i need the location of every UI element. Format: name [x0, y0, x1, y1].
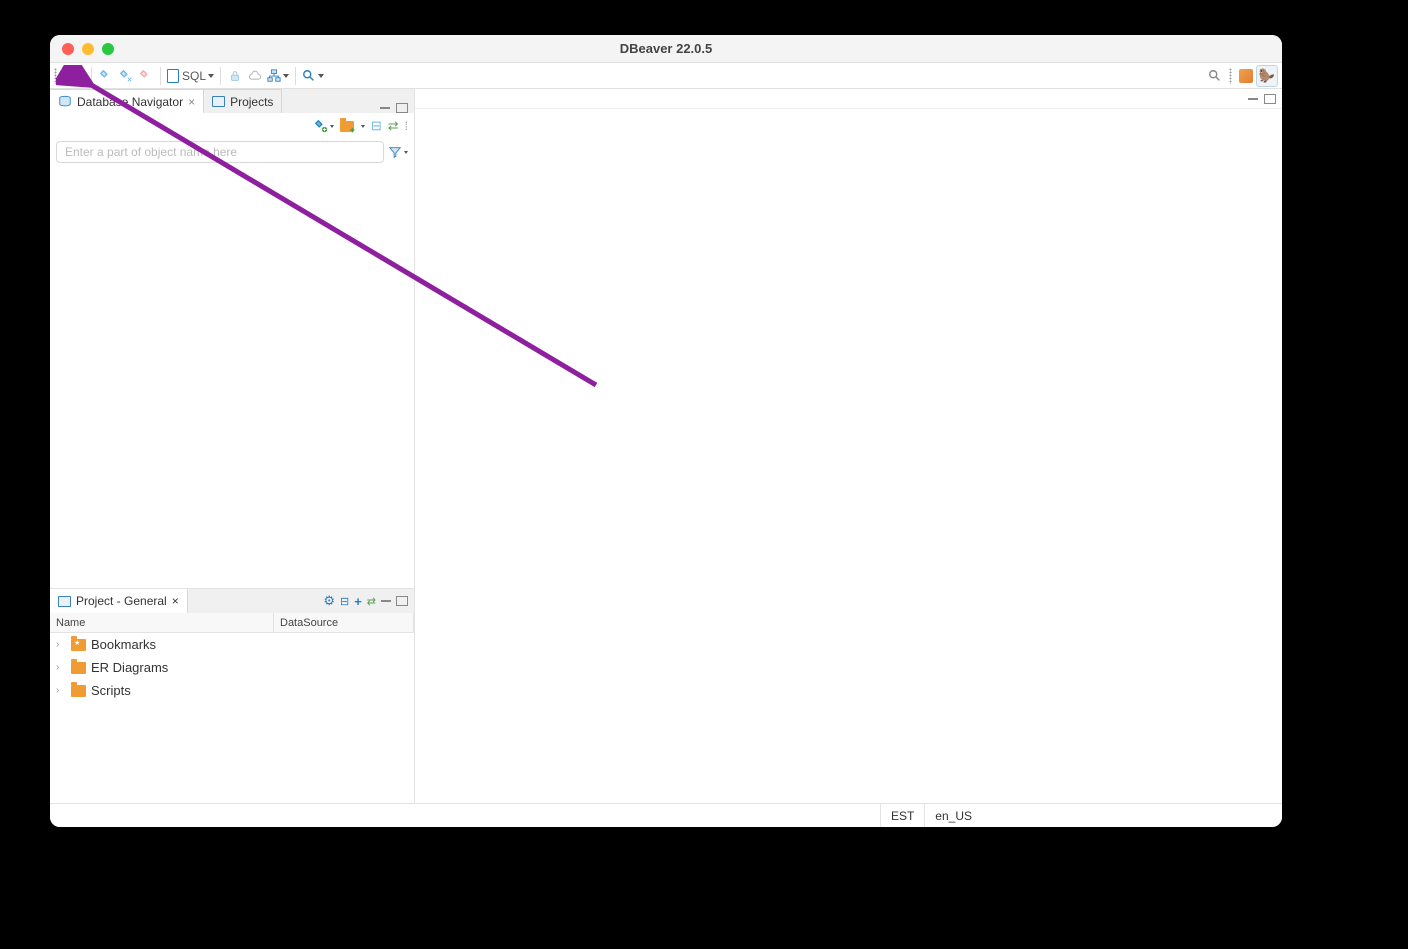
database-icon — [58, 95, 72, 108]
window-title: DBeaver 22.0.5 — [50, 41, 1282, 56]
disconnect-button[interactable] — [136, 65, 156, 87]
connect-button[interactable] — [96, 65, 116, 87]
main-toolbar: SQL 🦫 — [50, 63, 1282, 89]
maximize-view-button[interactable] — [1264, 94, 1276, 104]
schema-button[interactable] — [265, 65, 291, 87]
editor-area — [415, 89, 1282, 803]
tab-label: Projects — [230, 95, 273, 109]
main-area: Database Navigator × Projects — [50, 89, 1282, 803]
chevron-right-icon[interactable]: › — [56, 685, 66, 696]
editor-empty-area — [415, 109, 1282, 803]
filter-input[interactable] — [56, 141, 384, 163]
tab-database-navigator[interactable]: Database Navigator × — [50, 89, 204, 113]
minimize-view-button[interactable] — [381, 600, 391, 602]
reconnect-button[interactable] — [116, 65, 136, 87]
tab-project-general[interactable]: Project - General × — [50, 589, 188, 613]
column-name[interactable]: Name — [50, 613, 274, 632]
close-tab-button[interactable]: × — [188, 95, 195, 109]
tab-label: Database Navigator — [77, 95, 183, 109]
tree-item-bookmarks[interactable]: › Bookmarks — [50, 633, 414, 656]
link-arrows-icon: ⇄ — [388, 118, 399, 134]
minimize-view-button[interactable] — [380, 107, 390, 109]
folder-icon — [71, 685, 86, 697]
folder-icon — [71, 662, 86, 674]
filter-config-button[interactable] — [388, 145, 408, 159]
zoom-window-button[interactable] — [102, 43, 114, 55]
tab-label: Project - General — [76, 594, 167, 608]
tree-label: Bookmarks — [91, 637, 156, 652]
minimize-window-button[interactable] — [82, 43, 94, 55]
perspective-icon — [1239, 69, 1253, 83]
navigator-tabbar: Database Navigator × Projects — [50, 89, 414, 113]
refresh-project-button[interactable]: ⇄ — [367, 595, 376, 608]
toolbar-separator — [220, 67, 221, 85]
transaction-button[interactable] — [245, 65, 265, 87]
project-tree[interactable]: › Bookmarks › ER Diagrams › Scripts — [50, 633, 414, 803]
minimize-view-button[interactable] — [1248, 98, 1258, 100]
editor-tabbar — [415, 89, 1282, 109]
search-icon — [302, 69, 316, 83]
plus-badge-icon: + — [350, 125, 355, 135]
toolbar-handle-icon — [1229, 68, 1232, 84]
project-tabbar: Project - General × ⚙ ⊟ + ⇄ — [50, 589, 414, 613]
project-icon — [212, 96, 225, 107]
toolbar-separator — [160, 67, 161, 85]
collapse-all-button[interactable]: ⊟ — [371, 118, 382, 134]
statusbar: EST en_US — [50, 803, 1282, 827]
status-locale: en_US — [924, 804, 982, 827]
filter-row — [50, 139, 414, 167]
tree-label: ER Diagrams — [91, 660, 168, 675]
navigator-tree[interactable] — [50, 167, 414, 588]
sql-page-icon — [167, 69, 179, 83]
create-resource-button[interactable]: + — [354, 594, 362, 609]
project-panel: Project - General × ⚙ ⊟ + ⇄ Name — [50, 588, 414, 803]
sql-editor-button[interactable]: SQL — [165, 65, 216, 87]
tree-item-er-diagrams[interactable]: › ER Diagrams — [50, 656, 414, 679]
tab-projects[interactable]: Projects — [204, 89, 282, 113]
quick-access-button[interactable] — [1205, 65, 1225, 87]
titlebar: DBeaver 22.0.5 — [50, 35, 1282, 63]
toolbar-handle-icon — [54, 68, 57, 84]
tree-item-scripts[interactable]: › Scripts — [50, 679, 414, 702]
new-connection-button[interactable] — [59, 65, 87, 87]
commit-mode-button[interactable] — [225, 65, 245, 87]
view-menu-button[interactable]: ⁞ — [405, 119, 408, 133]
global-search-button[interactable] — [300, 65, 326, 87]
chevron-right-icon[interactable]: › — [56, 639, 66, 650]
project-table-header: Name DataSource — [50, 613, 414, 633]
left-column: Database Navigator × Projects — [50, 89, 415, 803]
column-datasource[interactable]: DataSource — [274, 613, 414, 632]
search-icon — [1208, 69, 1222, 83]
sql-label: SQL — [182, 69, 206, 83]
close-window-button[interactable] — [62, 43, 74, 55]
configure-columns-button[interactable]: ⚙ — [323, 593, 335, 609]
open-perspective-button[interactable] — [1236, 65, 1256, 87]
lock-icon — [228, 69, 242, 83]
funnel-icon — [388, 145, 402, 159]
tree-dots-icon: ⁞ — [405, 119, 408, 133]
maximize-view-button[interactable] — [396, 596, 408, 606]
new-folder-button[interactable]: + — [340, 121, 365, 132]
new-connection-nav-button[interactable] — [314, 119, 334, 133]
beaver-icon: 🦫 — [1259, 68, 1275, 84]
diagram-icon — [267, 69, 281, 83]
app-window: DBeaver 22.0.5 SQL — [50, 35, 1282, 827]
toolbar-separator — [91, 67, 92, 85]
collapse-all-project-button[interactable]: ⊟ — [340, 595, 349, 608]
close-tab-button[interactable]: × — [172, 594, 179, 608]
dbeaver-perspective-button[interactable]: 🦫 — [1256, 65, 1278, 87]
link-editor-button[interactable]: ⇄ — [388, 118, 399, 134]
toolbar-separator — [295, 67, 296, 85]
chevron-right-icon[interactable]: › — [56, 662, 66, 673]
bookmarks-folder-icon — [71, 639, 86, 651]
maximize-view-button[interactable] — [396, 103, 408, 113]
cloud-icon — [247, 69, 263, 83]
status-timezone: EST — [880, 804, 924, 827]
collapse-icon: ⊟ — [371, 118, 382, 134]
navigator-toolbar: + ⊟ ⇄ ⁞ — [50, 113, 414, 139]
window-controls — [50, 43, 114, 55]
project-icon — [58, 596, 71, 607]
tree-label: Scripts — [91, 683, 131, 698]
